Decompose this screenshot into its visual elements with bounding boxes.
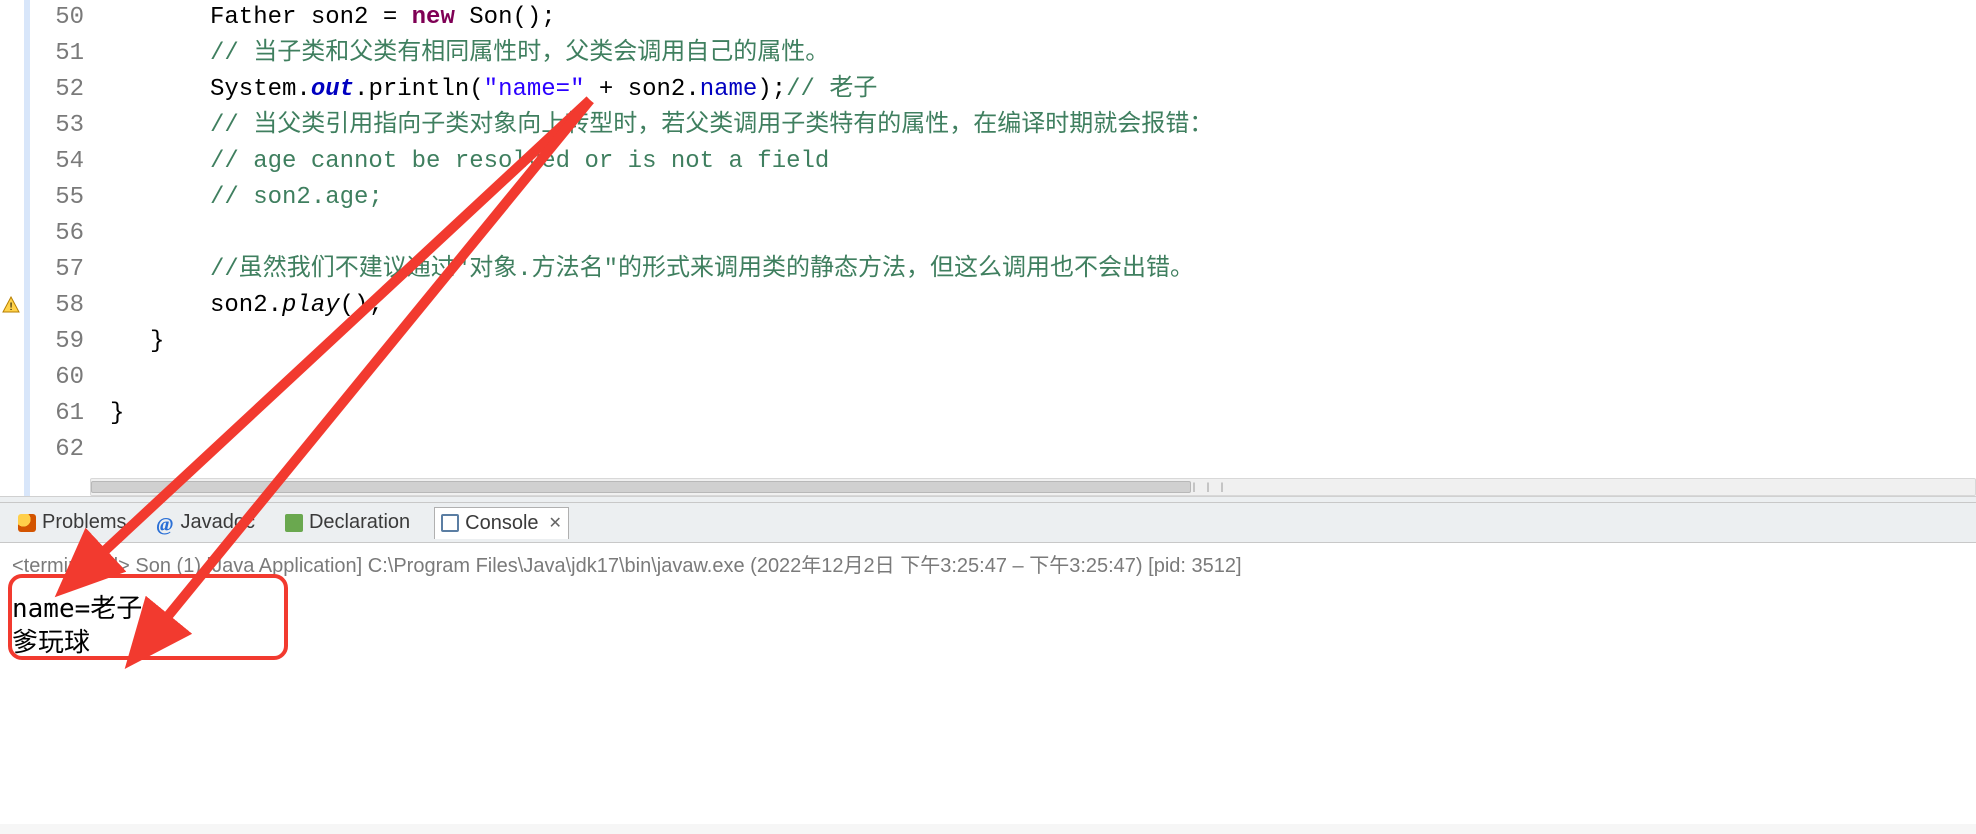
code-token: ); <box>757 76 786 103</box>
tab-label: Problems <box>42 511 126 534</box>
code-token: + son2. <box>585 76 700 103</box>
line-number: 50 <box>30 0 84 36</box>
code-token: new <box>412 4 455 31</box>
scrollbar-thumb[interactable] <box>91 481 1191 493</box>
code-token: Father <box>210 4 311 31</box>
gutter-warning-strip: ! <box>0 0 24 496</box>
line-number: 54 <box>30 144 84 180</box>
bottom-panel: Problems @ Javadoc Declaration Console ✕… <box>0 502 1976 834</box>
tab-label: Console <box>465 512 538 535</box>
line-number: 52 <box>30 72 84 108</box>
code-token: play <box>282 292 340 319</box>
tab-problems[interactable]: Problems <box>12 507 132 538</box>
code-token: } <box>150 328 164 355</box>
console-status: <terminated> Son (1) [Java Application] … <box>0 543 1976 584</box>
code-token: name <box>700 76 758 103</box>
close-icon[interactable]: ✕ <box>549 513 562 533</box>
code-line[interactable]: // age cannot be resolved or is not a fi… <box>90 144 1976 180</box>
line-number: 51 <box>30 36 84 72</box>
console-icon <box>441 514 459 532</box>
code-line[interactable]: // 当子类和父类有相同属性时，父类会调用自己的属性。 <box>90 36 1976 72</box>
code-line[interactable]: System.out.println("name=" + son2.name);… <box>90 72 1976 108</box>
code-editor[interactable]: ! 50515253545556575859606162 Father son2… <box>0 0 1976 496</box>
code-token: out <box>311 76 354 103</box>
code-line[interactable] <box>90 360 1976 396</box>
line-number: 56 <box>30 216 84 252</box>
code-line[interactable]: Father son2 = new Son(); <box>90 0 1976 36</box>
code-token: //虽然我们不建议通过"对象.方法名"的形式来调用类的静态方法，但这么调用也不会… <box>210 256 1194 283</box>
line-number: 55 <box>30 180 84 216</box>
code-line[interactable] <box>90 216 1976 252</box>
code-token: Son(); <box>455 4 556 31</box>
line-number: 62 <box>30 432 84 468</box>
code-token: // son2.age; <box>210 184 383 211</box>
console-output[interactable]: name=老子 爹玩球 <box>0 584 1976 824</box>
code-token: // age cannot be resolved or is not a fi… <box>210 148 829 175</box>
code-token: // 老子 <box>786 76 877 103</box>
svg-text:!: ! <box>8 302 15 314</box>
javadoc-icon: @ <box>156 514 174 532</box>
code-token: (); <box>340 292 383 319</box>
warning-icon[interactable]: ! <box>2 296 20 314</box>
tab-label: Declaration <box>309 511 410 534</box>
code-line[interactable]: } <box>90 396 1976 432</box>
code-token: son2 = <box>311 4 412 31</box>
line-number-gutter: 50515253545556575859606162 <box>30 0 90 496</box>
code-line[interactable]: // son2.age; <box>90 180 1976 216</box>
line-number: 60 <box>30 360 84 396</box>
line-number: 61 <box>30 396 84 432</box>
code-token: // 当父类引用指向子类对象向上转型时，若父类调用子类特有的属性，在编译时期就会… <box>210 112 1213 139</box>
line-number: 58 <box>30 288 84 324</box>
bottom-panel-tabs: Problems @ Javadoc Declaration Console ✕ <box>0 503 1976 543</box>
code-token: } <box>110 400 124 427</box>
code-line[interactable]: } <box>90 324 1976 360</box>
console-line: name=老子 <box>12 588 1964 622</box>
tab-console[interactable]: Console ✕ <box>434 507 569 539</box>
code-line[interactable] <box>90 432 1976 468</box>
problems-icon <box>18 514 36 532</box>
code-token: .println( <box>354 76 484 103</box>
code-token: "name=" <box>484 76 585 103</box>
code-line[interactable]: // 当父类引用指向子类对象向上转型时，若父类调用子类特有的属性，在编译时期就会… <box>90 108 1976 144</box>
console-line: 爹玩球 <box>12 622 1964 656</box>
line-number: 59 <box>30 324 84 360</box>
code-token: son2. <box>210 292 282 319</box>
code-area[interactable]: Father son2 = new Son(); // 当子类和父类有相同属性时，… <box>90 0 1976 496</box>
declaration-icon <box>285 514 303 532</box>
code-line[interactable]: son2.play(); <box>90 288 1976 324</box>
code-line[interactable]: //虽然我们不建议通过"对象.方法名"的形式来调用类的静态方法，但这么调用也不会… <box>90 252 1976 288</box>
scrollbar-ticks: | | | <box>1191 483 1226 494</box>
code-token: System. <box>210 76 311 103</box>
horizontal-scrollbar[interactable]: | | | <box>90 478 1976 496</box>
line-number: 57 <box>30 252 84 288</box>
tab-label: Javadoc <box>180 511 255 534</box>
tab-declaration[interactable]: Declaration <box>279 507 416 538</box>
tab-javadoc[interactable]: @ Javadoc <box>150 507 261 538</box>
line-number: 53 <box>30 108 84 144</box>
code-token: // 当子类和父类有相同属性时，父类会调用自己的属性。 <box>210 40 829 67</box>
